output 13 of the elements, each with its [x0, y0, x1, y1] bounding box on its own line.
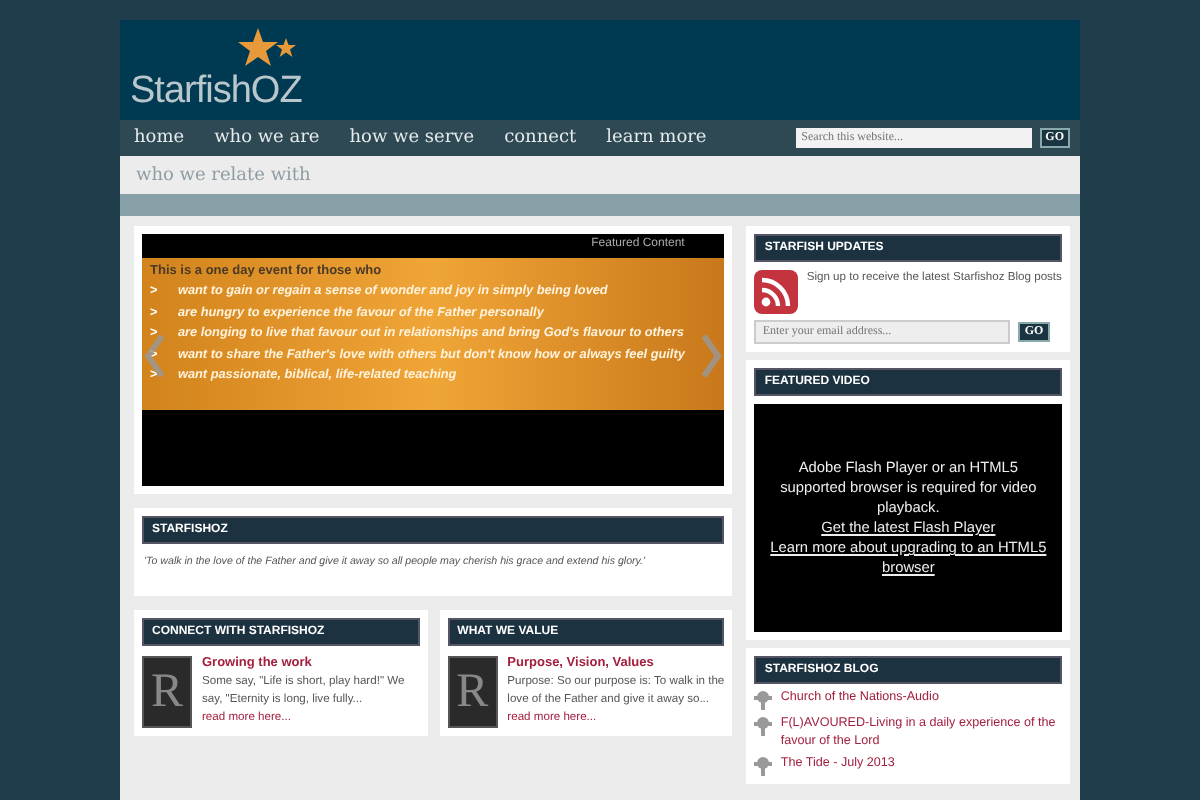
- thumbnail-letter: R: [150, 665, 183, 719]
- thumbnail-letter: R: [456, 665, 489, 719]
- nav-link[interactable]: how we serve: [349, 128, 475, 148]
- nav-link[interactable]: connect: [504, 128, 577, 148]
- pin-icon: [754, 716, 773, 736]
- nav-link[interactable]: who we are: [214, 128, 320, 148]
- nav-link[interactable]: learn more: [606, 128, 707, 148]
- nav-link[interactable]: home: [134, 128, 185, 148]
- logo-text[interactable]: StarfishOZ: [130, 72, 302, 112]
- pin-icon: [754, 756, 773, 776]
- pin-icon: [754, 690, 773, 710]
- starfish-icon: [233, 28, 298, 72]
- rss-icon: [754, 270, 799, 314]
